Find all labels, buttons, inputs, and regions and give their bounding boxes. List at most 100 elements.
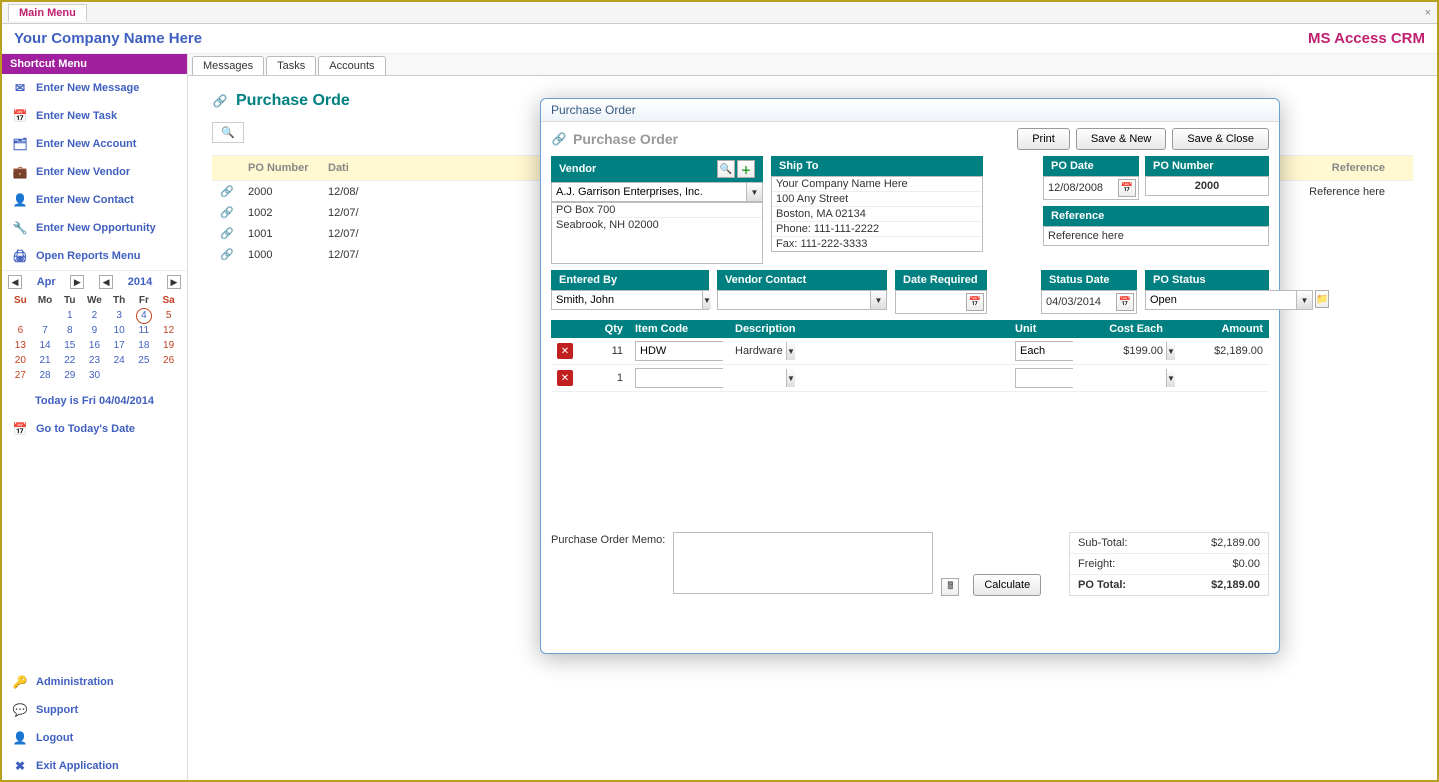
calendar-day[interactable]: 8 xyxy=(57,323,82,338)
calendar-day[interactable]: 17 xyxy=(107,338,132,353)
po-status-input[interactable] xyxy=(1146,291,1296,309)
calendar-day[interactable]: 18 xyxy=(132,338,157,353)
calendar-day[interactable]: 30 xyxy=(82,368,107,383)
main-menu-tab-label: Main Menu xyxy=(19,7,76,19)
unit-cell[interactable]: ▼ xyxy=(1009,365,1079,391)
print-button[interactable]: Print xyxy=(1017,128,1070,150)
code-cell[interactable]: ▼ xyxy=(629,338,729,364)
qty-cell[interactable]: 11 xyxy=(579,342,629,360)
amount-cell xyxy=(1169,375,1269,381)
vendor-contact-combo[interactable]: ▼ xyxy=(717,290,887,310)
sidebar-item-reports[interactable]: 🖨Open Reports Menu xyxy=(2,242,187,270)
totals-panel: Sub-Total:$2,189.00 Freight:$0.00 PO Tot… xyxy=(1069,532,1269,596)
calendar-day[interactable]: 26 xyxy=(156,353,181,368)
save-close-button[interactable]: Save & Close xyxy=(1172,128,1269,150)
memo-textarea[interactable] xyxy=(673,532,933,594)
cal-next-month-button[interactable]: ▶ xyxy=(70,275,84,289)
qty-cell[interactable]: 1 xyxy=(579,369,629,387)
cal-next-year-button[interactable]: ▶ xyxy=(167,275,181,289)
sidebar-item-new-task[interactable]: 📅Enter New Task xyxy=(2,102,187,130)
sidebar-item-logout[interactable]: 👤Logout xyxy=(2,724,187,752)
date-required-picker-button[interactable]: 📅 xyxy=(966,293,984,311)
calendar-day[interactable]: 16 xyxy=(82,338,107,353)
sidebar-item-new-account[interactable]: 🗂Enter New Account xyxy=(2,130,187,158)
calendar: ◀ Apr ▶ ◀ 2014 ▶ SuMoTuWeThFrSa 12345678… xyxy=(2,270,187,387)
app-close-icon[interactable]: × xyxy=(1425,7,1431,19)
po-search-box[interactable]: 🔍 xyxy=(212,122,244,143)
item-grid-row[interactable]: ✕1▼▼ xyxy=(551,365,1269,392)
calendar-day[interactable]: 19 xyxy=(156,338,181,353)
calendar-day[interactable]: 12 xyxy=(156,323,181,338)
calendar-day[interactable]: 20 xyxy=(8,353,33,368)
tab-accounts[interactable]: Accounts xyxy=(318,56,385,75)
vendor-search-button[interactable]: 🔍 xyxy=(717,160,735,178)
dropdown-icon[interactable]: ▼ xyxy=(1296,291,1312,309)
delete-row-button[interactable]: ✕ xyxy=(557,370,573,386)
calculate-button[interactable]: Calculate xyxy=(973,574,1041,596)
calendar-day[interactable]: 23 xyxy=(82,353,107,368)
vendor-combo[interactable]: ▼ xyxy=(551,182,763,202)
sidebar-item-new-opportunity[interactable]: 🔧Enter New Opportunity xyxy=(2,214,187,242)
sidebar-item-new-contact[interactable]: 👤Enter New Contact xyxy=(2,186,187,214)
calendar-day[interactable]: 7 xyxy=(33,323,58,338)
cal-prev-year-button[interactable]: ◀ xyxy=(99,275,113,289)
calendar-grid: SuMoTuWeThFrSa 1234567891011121314151617… xyxy=(8,293,181,383)
sidebar-item-support[interactable]: 💬Support xyxy=(2,696,187,724)
calendar-day[interactable]: 2 xyxy=(82,308,107,323)
calendar-day[interactable]: 6 xyxy=(8,323,33,338)
calendar-day[interactable]: 27 xyxy=(8,368,33,383)
tab-messages[interactable]: Messages xyxy=(192,56,264,75)
vendor-company-input[interactable] xyxy=(552,183,746,201)
calendar-day[interactable]: 11 xyxy=(132,323,157,338)
po-status-edit-button[interactable]: 📁 xyxy=(1315,290,1329,308)
calendar-day[interactable]: 25 xyxy=(132,353,157,368)
calendar-day[interactable]: 13 xyxy=(8,338,33,353)
calendar-day[interactable]: 10 xyxy=(107,323,132,338)
calendar-day[interactable]: 22 xyxy=(57,353,82,368)
calendar-day[interactable]: 21 xyxy=(33,353,58,368)
desc-cell[interactable]: Hardware xyxy=(729,342,1009,360)
cost-cell[interactable] xyxy=(1079,375,1169,381)
po-date-cell: 12/08/ xyxy=(328,186,418,198)
delete-row-button[interactable]: ✕ xyxy=(557,343,573,359)
main-menu-tab[interactable]: Main Menu xyxy=(8,4,87,21)
calendar-day[interactable]: 29 xyxy=(57,368,82,383)
dropdown-icon[interactable]: ▼ xyxy=(870,291,886,309)
item-grid-row[interactable]: ✕11▼Hardware▼$199.00$2,189.00 xyxy=(551,338,1269,365)
sidebar-item-new-message[interactable]: ✉Enter New Message xyxy=(2,74,187,102)
dropdown-icon[interactable]: ▼ xyxy=(702,291,711,309)
entered-by-combo[interactable]: ▼ xyxy=(551,290,709,310)
entered-by-input[interactable] xyxy=(552,291,702,309)
sidebar-item-label: Support xyxy=(36,704,78,716)
status-date-value: 04/03/2014 xyxy=(1046,296,1101,308)
calendar-day xyxy=(33,308,58,323)
unit-cell[interactable]: ▼ xyxy=(1009,338,1079,364)
sidebar-item-new-vendor[interactable]: 💼Enter New Vendor xyxy=(2,158,187,186)
goto-today-button[interactable]: 📅Go to Today's Date xyxy=(2,415,187,443)
calendar-day[interactable]: 3 xyxy=(107,308,132,323)
calendar-day[interactable]: 5 xyxy=(156,308,181,323)
calendar-day[interactable]: 4 xyxy=(132,308,157,323)
po-status-combo[interactable]: ▼ xyxy=(1145,290,1313,310)
calendar-day[interactable]: 24 xyxy=(107,353,132,368)
sidebar-title: Shortcut Menu xyxy=(2,54,187,74)
cost-cell[interactable]: $199.00 xyxy=(1079,342,1169,360)
sidebar-item-exit[interactable]: ✖Exit Application xyxy=(2,752,187,780)
vendor-add-button[interactable]: ＋ xyxy=(737,160,755,178)
calendar-day[interactable]: 28 xyxy=(33,368,58,383)
save-new-button[interactable]: Save & New xyxy=(1076,128,1167,150)
dropdown-icon[interactable]: ▼ xyxy=(746,183,762,201)
desc-cell[interactable] xyxy=(729,375,1009,381)
calendar-day[interactable]: 1 xyxy=(57,308,82,323)
sidebar-item-admin[interactable]: 🔑Administration xyxy=(2,668,187,696)
tab-tasks[interactable]: Tasks xyxy=(266,56,316,75)
po-date-picker-button[interactable]: 📅 xyxy=(1118,179,1136,197)
cal-prev-month-button[interactable]: ◀ xyxy=(8,275,22,289)
reference-value[interactable]: Reference here xyxy=(1043,226,1269,246)
calendar-day[interactable]: 15 xyxy=(57,338,82,353)
calendar-day[interactable]: 14 xyxy=(33,338,58,353)
code-cell[interactable]: ▼ xyxy=(629,365,729,391)
vendor-contact-input[interactable] xyxy=(718,291,870,309)
status-date-picker-button[interactable]: 📅 xyxy=(1116,293,1134,311)
calendar-day[interactable]: 9 xyxy=(82,323,107,338)
